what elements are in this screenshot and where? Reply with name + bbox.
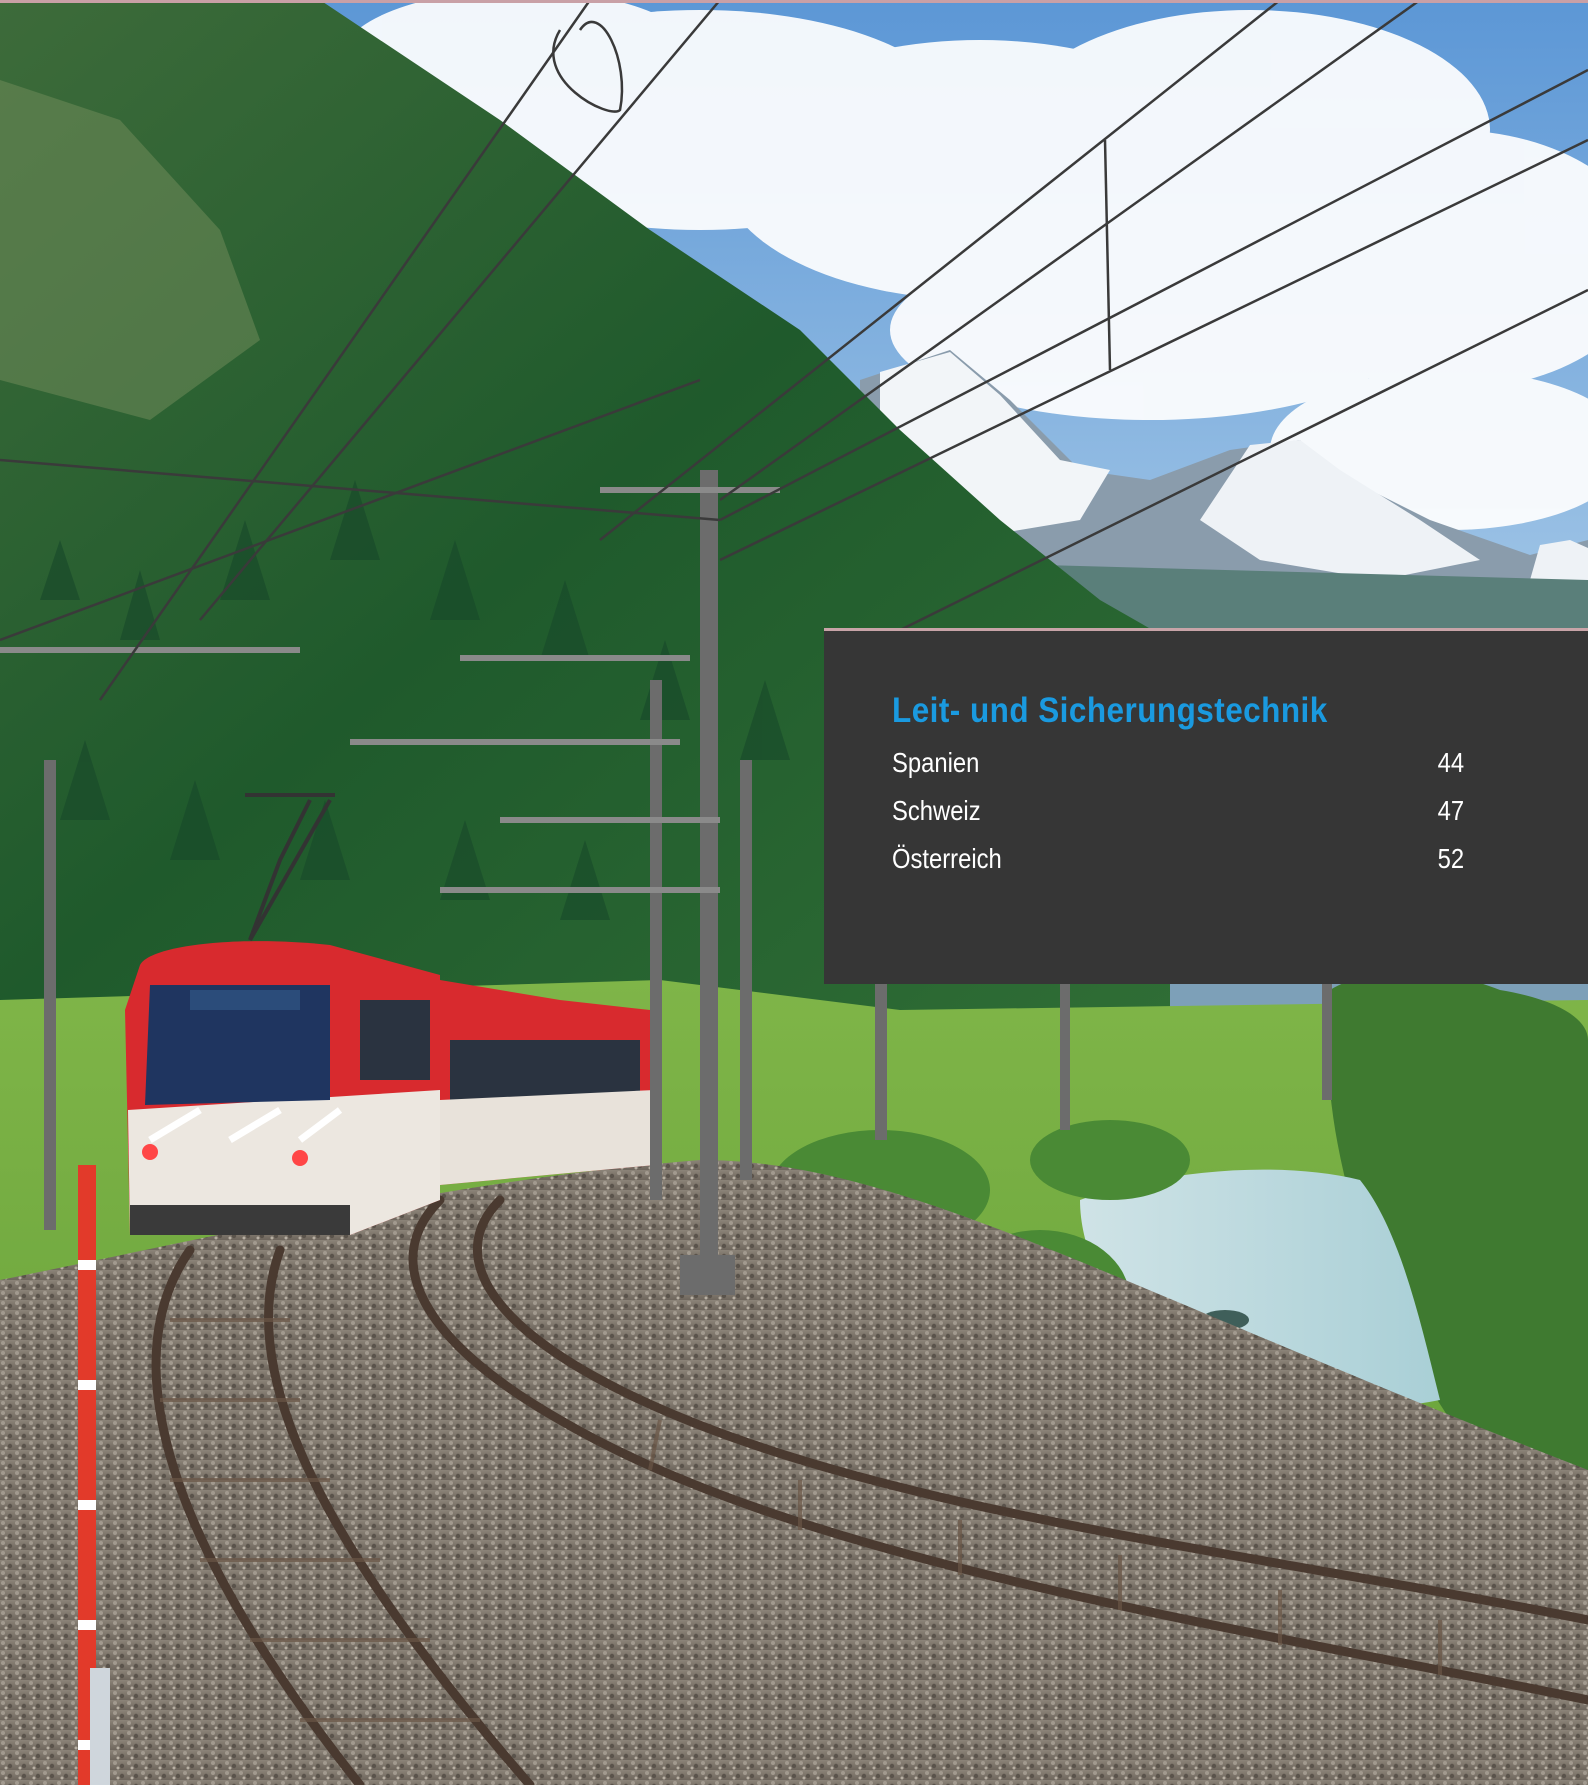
toc-section-heading: Leit- und Sicherungstechnik xyxy=(892,691,1328,730)
toc-entry-page: 52 xyxy=(1437,843,1464,874)
toc-entry-page: 47 xyxy=(1437,795,1464,826)
toc-entry-label: Spanien xyxy=(892,747,980,778)
toc-entry-schweiz[interactable]: Schweiz 47 xyxy=(892,787,1464,835)
toc-entry-spanien[interactable]: Spanien 44 xyxy=(892,739,1464,787)
toc-entry-page: 44 xyxy=(1437,747,1464,778)
toc-entry-label: Österreich xyxy=(892,843,1002,874)
top-accent-rule xyxy=(0,0,1588,3)
toc-entry-oesterreich[interactable]: Österreich 52 xyxy=(892,835,1464,883)
table-of-contents-panel: Leit- und Sicherungstechnik Spanien 44 S… xyxy=(824,628,1588,984)
toc-entry-label: Schweiz xyxy=(892,795,981,826)
